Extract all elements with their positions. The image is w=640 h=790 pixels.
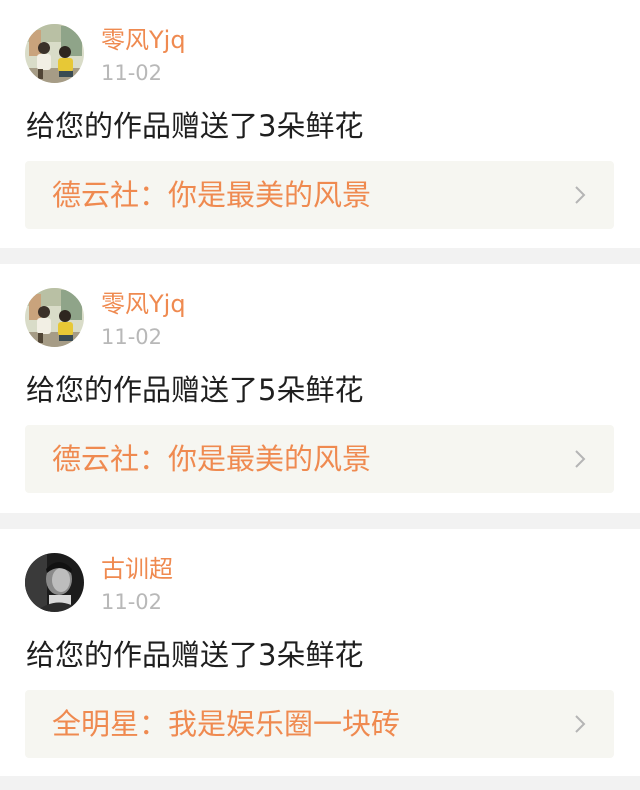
chevron-right-icon bbox=[575, 715, 586, 733]
timestamp: 11-02 bbox=[101, 590, 163, 614]
notification-card: 零风Yjq 11-02 给您的作品赠送了5朵鲜花 德云社：你是最美的风景 bbox=[0, 264, 640, 513]
user-photo-icon bbox=[25, 24, 84, 83]
work-link-card[interactable]: 德云社：你是最美的风景 bbox=[25, 425, 614, 493]
work-title: 德云社：你是最美的风景 bbox=[52, 178, 372, 212]
user-avatar[interactable] bbox=[25, 24, 84, 83]
username[interactable]: 古训超 bbox=[101, 552, 173, 586]
gift-notification-feed: 零风Yjq 11-02 给您的作品赠送了3朵鲜花 德云社：你是最美的风景 零风Y… bbox=[0, 0, 640, 790]
timestamp: 11-02 bbox=[101, 325, 163, 349]
user-avatar[interactable] bbox=[25, 553, 84, 612]
notification-card: 古训超 11-02 给您的作品赠送了3朵鲜花 全明星：我是娱乐圈一块砖 bbox=[0, 529, 640, 776]
chevron-right-icon bbox=[575, 450, 586, 468]
user-avatar[interactable] bbox=[25, 288, 84, 347]
timestamp: 11-02 bbox=[101, 61, 163, 85]
work-title: 全明星：我是娱乐圈一块砖 bbox=[52, 707, 401, 741]
chevron-right-icon bbox=[575, 186, 586, 204]
notification-message: 给您的作品赠送了5朵鲜花 bbox=[26, 373, 364, 407]
notification-card: 零风Yjq 11-02 给您的作品赠送了3朵鲜花 德云社：你是最美的风景 bbox=[0, 0, 640, 248]
user-photo-icon bbox=[25, 288, 84, 347]
notification-message: 给您的作品赠送了3朵鲜花 bbox=[26, 109, 364, 143]
user-photo-icon bbox=[25, 553, 84, 612]
work-link-card[interactable]: 德云社：你是最美的风景 bbox=[25, 161, 614, 229]
username[interactable]: 零风Yjq bbox=[101, 287, 186, 321]
username[interactable]: 零风Yjq bbox=[101, 23, 186, 57]
work-link-card[interactable]: 全明星：我是娱乐圈一块砖 bbox=[25, 690, 614, 758]
work-title: 德云社：你是最美的风景 bbox=[52, 442, 372, 476]
notification-message: 给您的作品赠送了3朵鲜花 bbox=[26, 638, 364, 672]
